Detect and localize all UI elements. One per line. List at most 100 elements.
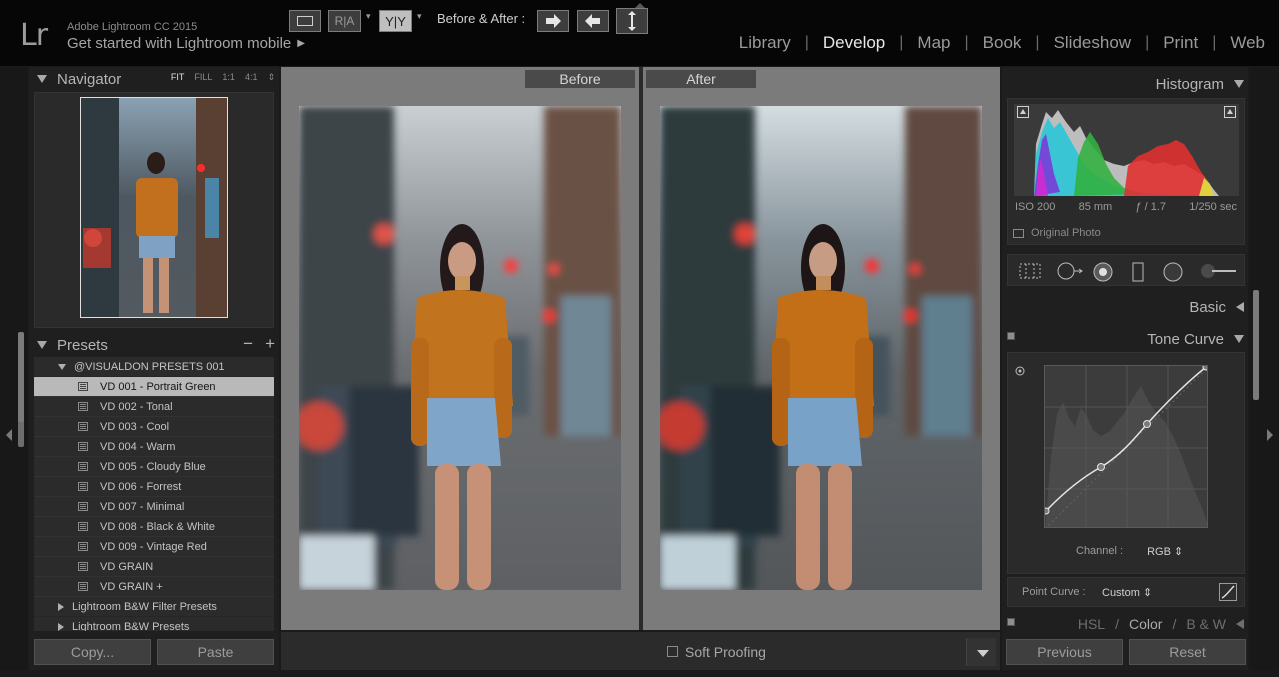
collapse-triangle-icon[interactable]: [1234, 335, 1244, 343]
preset-item[interactable]: VD 005 - Cloudy Blue: [34, 457, 274, 477]
histogram-image: [1034, 110, 1219, 196]
module-develop[interactable]: Develop: [823, 33, 885, 53]
loupe-view-button[interactable]: [289, 10, 321, 32]
expand-triangle-icon[interactable]: [1236, 619, 1244, 629]
copy-after-to-before-button[interactable]: [577, 10, 609, 32]
navigator-thumbnail[interactable]: [80, 97, 228, 318]
original-photo-toggle[interactable]: Original Photo: [1013, 227, 1101, 239]
collapse-left-panel-icon[interactable]: [6, 429, 12, 441]
targeted-adjustment-icon[interactable]: [1014, 365, 1026, 377]
expand-triangle-icon[interactable]: [1236, 302, 1244, 312]
graduated-filter-icon[interactable]: [1130, 262, 1146, 282]
zoom-fill[interactable]: FILL: [194, 72, 212, 83]
exif-aperture: ƒ / 1.7: [1135, 201, 1167, 213]
preset-label: VD 005 - Cloudy Blue: [100, 460, 206, 473]
preset-folder-bw-filter[interactable]: Lightroom B&W Filter Presets: [34, 597, 274, 617]
zoom-1-1[interactable]: 1:1: [222, 72, 235, 83]
reset-button[interactable]: Reset: [1129, 639, 1246, 665]
preset-item[interactable]: VD 003 - Cool: [34, 417, 274, 437]
swap-before-after-button[interactable]: [616, 8, 648, 34]
channel-selector: Channel : RGB ⇕: [1076, 545, 1183, 558]
zoom-fit[interactable]: FIT: [171, 72, 185, 83]
preset-folder-bw[interactable]: Lightroom B&W Presets: [34, 617, 274, 631]
paste-button[interactable]: Paste: [157, 639, 274, 665]
navigator-header[interactable]: Navigator FIT FILL 1:1 4:1 ⇕: [37, 67, 275, 91]
point-curve-label: Point Curve :: [1022, 586, 1086, 598]
copy-before-to-after-button[interactable]: [537, 10, 569, 32]
collapse-triangle-icon[interactable]: [37, 341, 47, 349]
shadow-clipping-icon[interactable]: [1017, 106, 1029, 118]
tab-color[interactable]: Color: [1129, 616, 1162, 632]
edit-point-curve-button[interactable]: [1219, 583, 1237, 601]
collapse-right-panel-icon[interactable]: [1267, 429, 1273, 441]
copy-button[interactable]: Copy...: [34, 639, 151, 665]
preset-item[interactable]: VD 004 - Warm: [34, 437, 274, 457]
soft-proofing-checkbox[interactable]: [667, 646, 678, 657]
tone-curve-header[interactable]: Tone Curve: [1007, 327, 1244, 351]
play-arrow-icon: ▶: [297, 38, 305, 49]
lightroom-mobile-link[interactable]: Get started with Lightroom mobile ▶: [67, 35, 305, 52]
collapse-triangle-icon[interactable]: [1234, 80, 1244, 88]
remove-preset-button[interactable]: −: [243, 334, 253, 354]
presets-header[interactable]: Presets − +: [37, 333, 275, 357]
tab-bw[interactable]: B & W: [1186, 616, 1226, 632]
crop-overlay-icon[interactable]: [1018, 262, 1042, 280]
curve-edit-icon: [1221, 585, 1235, 599]
split-mode-dropdown-icon[interactable]: ▾: [417, 11, 422, 22]
module-print[interactable]: Print: [1163, 33, 1198, 53]
preset-icon: [78, 442, 88, 451]
preset-icon: [78, 462, 88, 471]
view-mode-dropdown-icon[interactable]: ▾: [366, 11, 371, 22]
radial-filter-icon[interactable]: [1162, 262, 1184, 282]
hsl-color-bw-header[interactable]: HSL / Color / B & W: [1007, 613, 1244, 635]
original-photo-checkbox[interactable]: [1013, 228, 1024, 238]
after-label: After: [646, 70, 756, 88]
preset-item[interactable]: VD GRAIN +: [34, 577, 274, 597]
toolbar-menu-button[interactable]: [966, 638, 996, 666]
module-book[interactable]: Book: [983, 33, 1022, 53]
preset-item[interactable]: VD 002 - Tonal: [34, 397, 274, 417]
tone-curve-graph[interactable]: [1044, 365, 1208, 528]
navigator-zoom-options: FIT FILL 1:1 4:1 ⇕: [171, 72, 275, 83]
before-after-split-button[interactable]: Y|Y: [379, 10, 412, 32]
before-after-left-right-button[interactable]: R|A: [328, 10, 361, 32]
point-curve-dropdown[interactable]: Custom ⇕: [1102, 586, 1152, 599]
adjustment-brush-icon[interactable]: [1198, 262, 1238, 280]
collapse-triangle-icon[interactable]: [37, 75, 47, 83]
module-library[interactable]: Library: [739, 33, 791, 53]
before-photo[interactable]: [299, 106, 621, 590]
preset-item[interactable]: VD 009 - Vintage Red: [34, 537, 274, 557]
spot-removal-icon[interactable]: [1054, 262, 1084, 280]
highlight-clipping-icon[interactable]: [1224, 106, 1236, 118]
zoom-spinner-icon[interactable]: ⇕: [267, 72, 275, 83]
channel-label: Channel :: [1076, 545, 1124, 557]
module-web[interactable]: Web: [1230, 33, 1265, 53]
point-curve-row: Point Curve : Custom ⇕: [1007, 577, 1245, 607]
preset-item[interactable]: VD 008 - Black & White: [34, 517, 274, 537]
preset-item[interactable]: VD GRAIN: [34, 557, 274, 577]
preset-icon: [78, 402, 88, 411]
preset-folder-visualdon[interactable]: @VISUALDON PRESETS 001: [34, 357, 274, 377]
preset-item[interactable]: VD 001 - Portrait Green: [34, 377, 274, 397]
presets-title: Presets: [57, 336, 108, 354]
right-panel-scrollbar[interactable]: [1253, 290, 1259, 400]
module-map[interactable]: Map: [917, 33, 950, 53]
red-eye-icon[interactable]: [1092, 262, 1114, 282]
preset-item[interactable]: VD 006 - Forrest: [34, 477, 274, 497]
channel-dropdown[interactable]: RGB ⇕: [1147, 545, 1183, 558]
zoom-4-1[interactable]: 4:1: [245, 72, 258, 83]
after-photo[interactable]: [660, 106, 982, 590]
add-preset-button[interactable]: +: [265, 334, 275, 354]
histogram-header[interactable]: Histogram: [1007, 72, 1244, 96]
module-separator: |: [1145, 34, 1150, 51]
tab-hsl[interactable]: HSL: [1078, 616, 1105, 632]
module-slideshow[interactable]: Slideshow: [1054, 33, 1132, 53]
preset-item[interactable]: VD 007 - Minimal: [34, 497, 274, 517]
preset-icon: [78, 542, 88, 551]
previous-button[interactable]: Previous: [1006, 639, 1123, 665]
left-panel-scrollbar[interactable]: [18, 332, 24, 422]
before-after-label: Before & After :: [437, 11, 526, 26]
basic-header[interactable]: Basic: [1007, 295, 1244, 319]
histogram-graph[interactable]: [1014, 104, 1239, 196]
module-separator: |: [899, 34, 904, 51]
